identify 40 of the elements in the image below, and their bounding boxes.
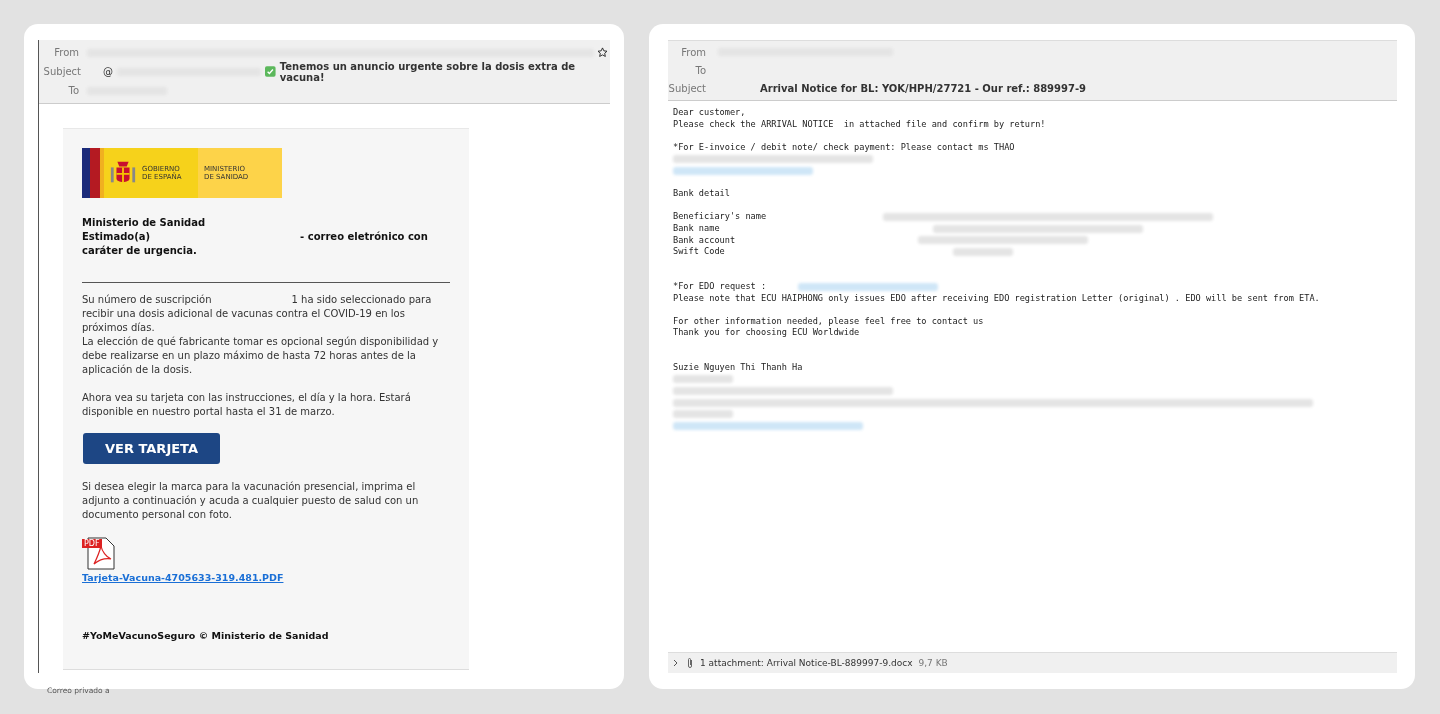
sender-heading: Ministerio de Sanidad xyxy=(82,216,207,230)
message-line: Swift Code xyxy=(673,246,726,258)
message-line: *For E-invoice / debit note/ check payment: Please contact ms THAO xyxy=(673,141,1015,154)
header-label: Subject xyxy=(668,82,706,94)
sender-fragment: @ xyxy=(103,66,113,77)
paragraph-text: Su número de suscripción 1 ha sido seleccionado para recibir una dosis adicional de vacunas contra el COVID-19 en los próximos días. La elección de qué fabricante tomar es opcional según disponibilidad y debe realizarse en un plazo máximo de hasta 72 horas antes de la aplicación de la dosis. xyxy=(82,293,440,377)
redacted-text xyxy=(673,410,733,419)
message-line: Beneficiary's name xyxy=(673,211,768,223)
message-line: Bank detail xyxy=(673,188,730,200)
message-line: Dear customer, xyxy=(673,107,746,119)
message-line: Thank you for choosing ECU Worldwide xyxy=(673,327,860,339)
attachment-bar[interactable]: 1 attachment: Arrival Notice-BL-889997-9.docx 9,7 KB xyxy=(668,652,1397,673)
header-label: To xyxy=(67,85,79,96)
greeting-text: Estimado(a) - correo eletrónico con caráter de urgencia. xyxy=(82,230,429,258)
subject-text: Arrival Notice for BL: YOK/HPH/27721 - Our ref.: 889997-9 xyxy=(760,82,1087,94)
attachment-name: 1 attachment: Arrival Notice-BL-889997-9.docx xyxy=(700,658,913,668)
redacted-text xyxy=(673,375,733,384)
subject-text: Tenemos un anuncio urgente sobre la dosis extra de vacuna! xyxy=(279,60,577,83)
paperclip-icon xyxy=(686,657,694,669)
attachment-size: 9,7 KB xyxy=(918,658,948,668)
header-label: From xyxy=(680,46,706,58)
paragraph-text: Ahora vea su tarjeta con las instrucciones, el día y la hora. Estará disponible en nuestro portal hasta el 31 de marzo. xyxy=(82,391,412,419)
header-label: From xyxy=(53,47,79,58)
header-label: To xyxy=(694,64,706,76)
paragraph-text: Si desea elegir la marca para la vacunación presencial, imprima el adjunto a continuación y acuda a cualquier puesto de salud con un documento personal con foto. xyxy=(82,480,420,522)
view-card-button[interactable]: VER TARJETA xyxy=(83,433,220,464)
attachment-link[interactable]: Tarjeta-Vacuna-4705633-319.481.PDF xyxy=(82,571,284,585)
message-line: Suzie Nguyen Thi Thanh Ha xyxy=(673,362,803,374)
message-line: For other information needed, please feel free to contact us xyxy=(673,315,984,328)
footer-text: #YoMeVacunoSeguro © Ministerio de Sanidad xyxy=(82,629,330,643)
header-label: Subject xyxy=(42,66,81,77)
message-line: Please check the ARRIVAL NOTICE in attached file and confirm by return! xyxy=(673,118,1046,131)
chevron-icon[interactable] xyxy=(672,659,680,667)
message-line: Bank account xyxy=(673,234,737,247)
redacted-text xyxy=(953,247,1013,256)
star-icon[interactable] xyxy=(597,47,608,58)
message-line: *For EDO request : xyxy=(673,280,768,293)
message-line: Please note that ECU HAIPHONG only issues EDO after receiving EDO registration Letter (original) . EDO will be sent from ETA. xyxy=(673,292,1320,305)
message-line: Bank name xyxy=(673,222,721,235)
checkmark-icon xyxy=(265,66,276,77)
